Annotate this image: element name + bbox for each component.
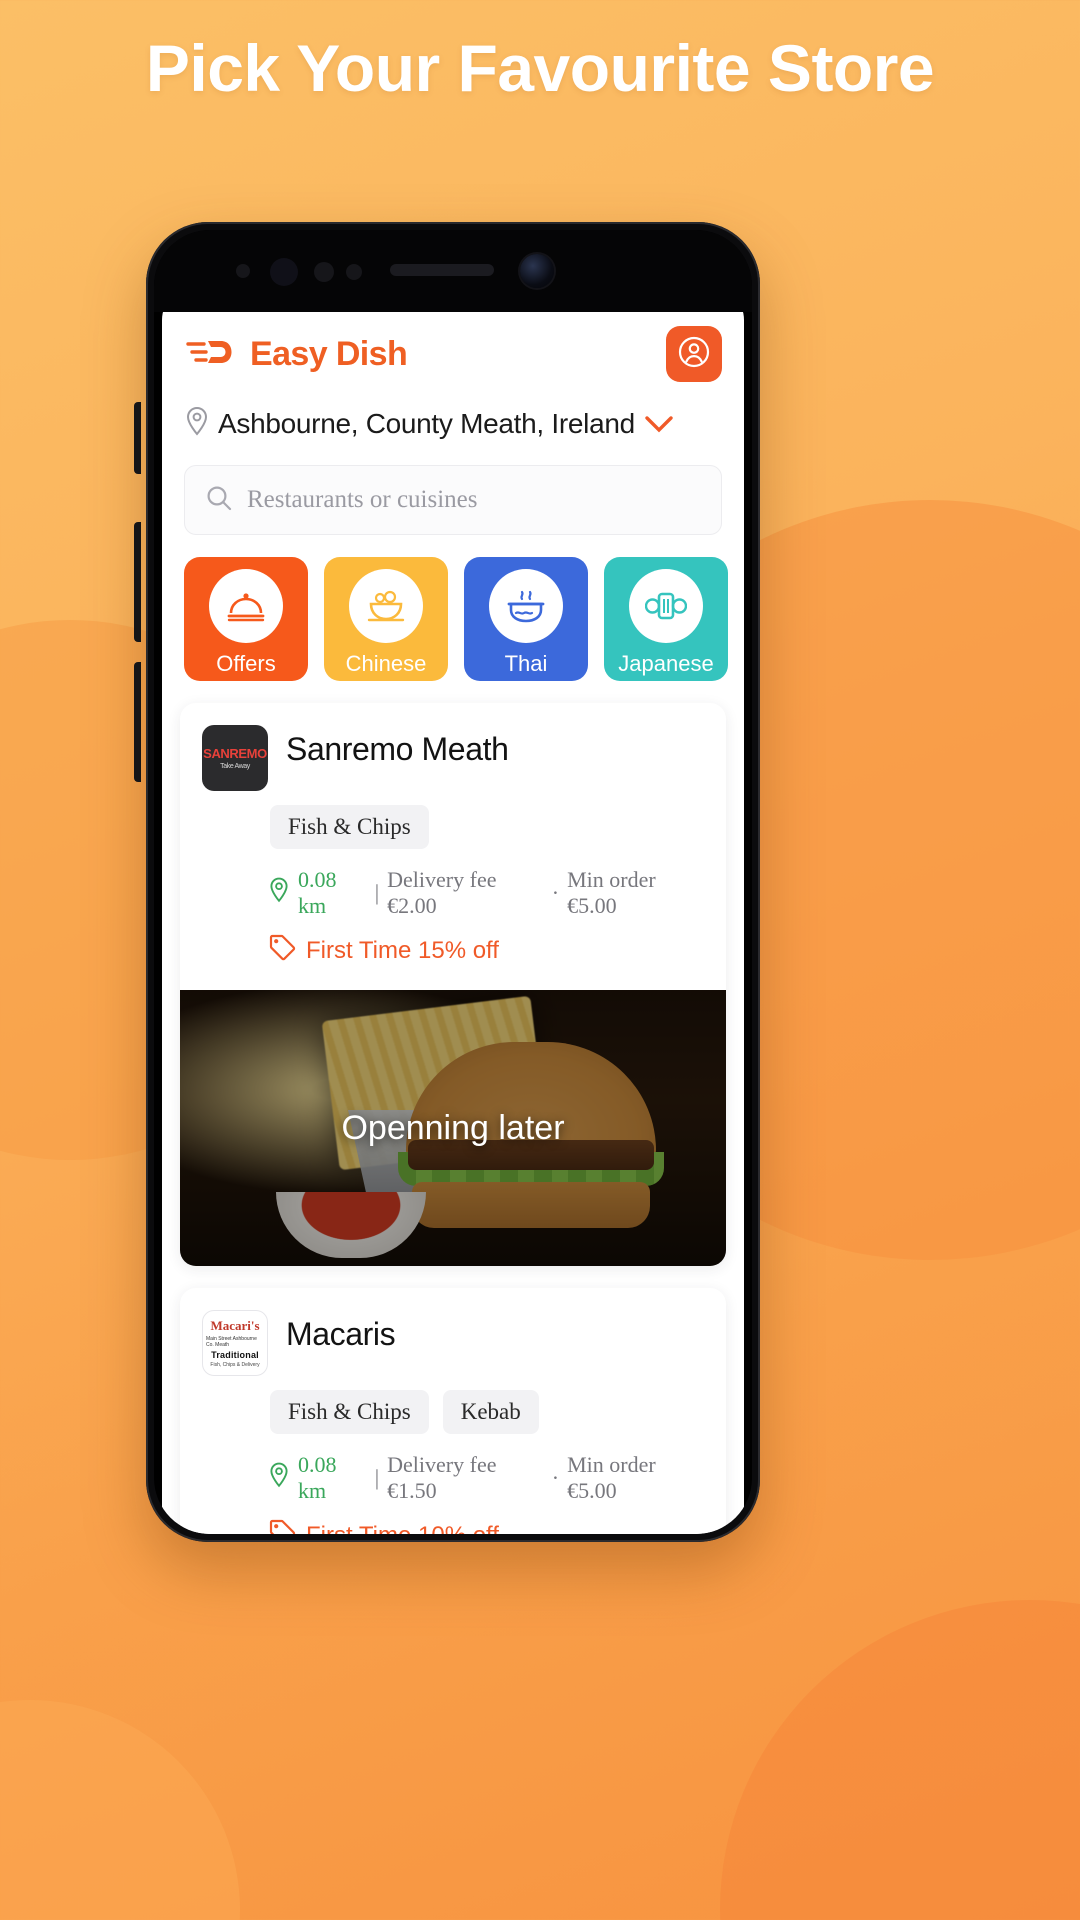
category-offers[interactable]: Offers xyxy=(184,557,308,681)
phone-notch xyxy=(154,230,752,312)
meta-separator: | xyxy=(374,880,380,905)
cuisine-tags: Fish & Chips Kebab xyxy=(180,1376,726,1434)
search-input[interactable]: Restaurants or cuisines xyxy=(247,486,478,514)
phone-button-mid xyxy=(134,522,141,642)
bg-blob-bottom-left xyxy=(0,1700,240,1920)
delivery-fee-text: Delivery fee €2.00 xyxy=(387,867,497,918)
min-order-text: Min order €5.00 xyxy=(567,867,656,918)
distance-pin-icon xyxy=(268,877,290,909)
location-pin-icon xyxy=(184,406,210,441)
banner-status-text: Openning later xyxy=(341,1108,565,1147)
sensor-icon xyxy=(270,258,298,286)
distance-text: 0.08 km xyxy=(298,867,337,918)
brand-name: Easy Dish xyxy=(250,334,408,373)
sanremo-logo-icon: SANREMO Take Away xyxy=(202,725,268,791)
meta-dot: · xyxy=(551,1465,560,1490)
category-thai[interactable]: Thai xyxy=(464,557,588,681)
cuisine-tag[interactable]: Kebab xyxy=(442,1390,539,1434)
promo-text: First Time 15% off xyxy=(306,936,499,964)
location-selector[interactable]: Ashbourne, County Meath, Ireland xyxy=(162,388,744,451)
category-chinese[interactable]: Chinese xyxy=(324,557,448,681)
restaurant-name: Macaris xyxy=(286,1316,396,1352)
logo-line4: Fish, Chips & Delivery xyxy=(210,1362,260,1368)
tag-discount-icon xyxy=(268,933,296,968)
logo-line2: Main Street Ashbourne Co. Meath xyxy=(206,1336,257,1348)
restaurant-card-macaris[interactable]: Macari's Main Street Ashbourne Co. Meath… xyxy=(180,1288,726,1534)
phone-button-bottom xyxy=(134,662,141,782)
location-text: Ashbourne, County Meath, Ireland xyxy=(218,407,635,439)
sushi-roll-icon xyxy=(629,569,703,643)
category-label: Offers xyxy=(216,651,276,676)
macaris-logo-icon: Macari's Main Street Ashbourne Co. Meath… xyxy=(202,1310,268,1376)
app-screen: Easy Dish Ashbourne, County Meath, Irela… xyxy=(162,286,744,1534)
cuisine-tag[interactable]: Fish & Chips xyxy=(270,1390,429,1434)
logo-line1: Macari's xyxy=(210,1318,260,1333)
delivery-meta: 0.08 km | Delivery fee €1.50 · Min order… xyxy=(180,1434,726,1504)
restaurant-card-sanremo[interactable]: SANREMO Take Away Sanremo Meath Fish & C… xyxy=(180,703,726,1266)
promo-row: First Time 15% off xyxy=(180,919,726,990)
phone-button-top xyxy=(134,402,141,474)
profile-button[interactable] xyxy=(666,326,722,382)
restaurant-name: Sanremo Meath xyxy=(286,731,509,767)
phone-mockup: Easy Dish Ashbourne, County Meath, Irela… xyxy=(134,222,760,1542)
logo-line3: Traditional xyxy=(211,1350,259,1360)
front-camera-icon xyxy=(520,254,554,288)
cuisine-tag[interactable]: Fish & Chips xyxy=(270,805,429,849)
category-label: Chinese xyxy=(345,651,427,676)
promo-row: First Time 10% off xyxy=(180,1504,726,1534)
category-label: Japanese xyxy=(618,651,714,676)
distance-pin-icon xyxy=(268,1462,290,1494)
user-account-icon xyxy=(678,336,710,373)
meta-dot: · xyxy=(551,880,560,905)
delivery-fee-text: Delivery fee €1.50 xyxy=(387,1452,497,1503)
soup-pot-icon xyxy=(489,569,563,643)
page-headline: Pick Your Favourite Store xyxy=(145,31,935,105)
search-bar[interactable]: Restaurants or cuisines xyxy=(184,465,722,535)
promo-text: First Time 10% off xyxy=(306,1522,499,1535)
earpiece-speaker xyxy=(390,264,494,276)
cuisine-tags: Fish & Chips xyxy=(180,791,726,849)
meta-separator: | xyxy=(374,1465,380,1490)
bg-blob-bottom-right xyxy=(720,1600,1080,1920)
delivery-meta: 0.08 km | Delivery fee €2.00 · Min order… xyxy=(180,849,726,919)
tag-discount-icon xyxy=(268,1518,296,1534)
app-bar: Easy Dish xyxy=(162,316,744,388)
category-label: Thai xyxy=(504,651,548,676)
category-japanese[interactable]: Japanese xyxy=(604,557,728,681)
cloche-dome-icon xyxy=(209,569,283,643)
easy-dish-logo-icon xyxy=(184,333,240,376)
restaurant-banner[interactable]: Openning later xyxy=(180,990,726,1266)
sensor-icon xyxy=(314,262,334,282)
chevron-down-icon[interactable] xyxy=(643,414,675,434)
logo-text: SANREMO xyxy=(203,746,267,761)
distance-text: 0.08 km xyxy=(298,1452,337,1503)
category-list[interactable]: Offers Chinese Thai Japanese xyxy=(162,535,744,703)
brand-logo[interactable]: Easy Dish xyxy=(184,333,408,376)
sensor-icon xyxy=(346,264,362,280)
min-order-text: Min order €5.00 xyxy=(567,1452,656,1503)
noodle-bowl-icon xyxy=(349,569,423,643)
logo-subtext: Take Away xyxy=(220,763,250,770)
search-icon xyxy=(205,484,233,517)
sensor-icon xyxy=(236,264,250,278)
restaurant-list: SANREMO Take Away Sanremo Meath Fish & C… xyxy=(162,703,744,1534)
